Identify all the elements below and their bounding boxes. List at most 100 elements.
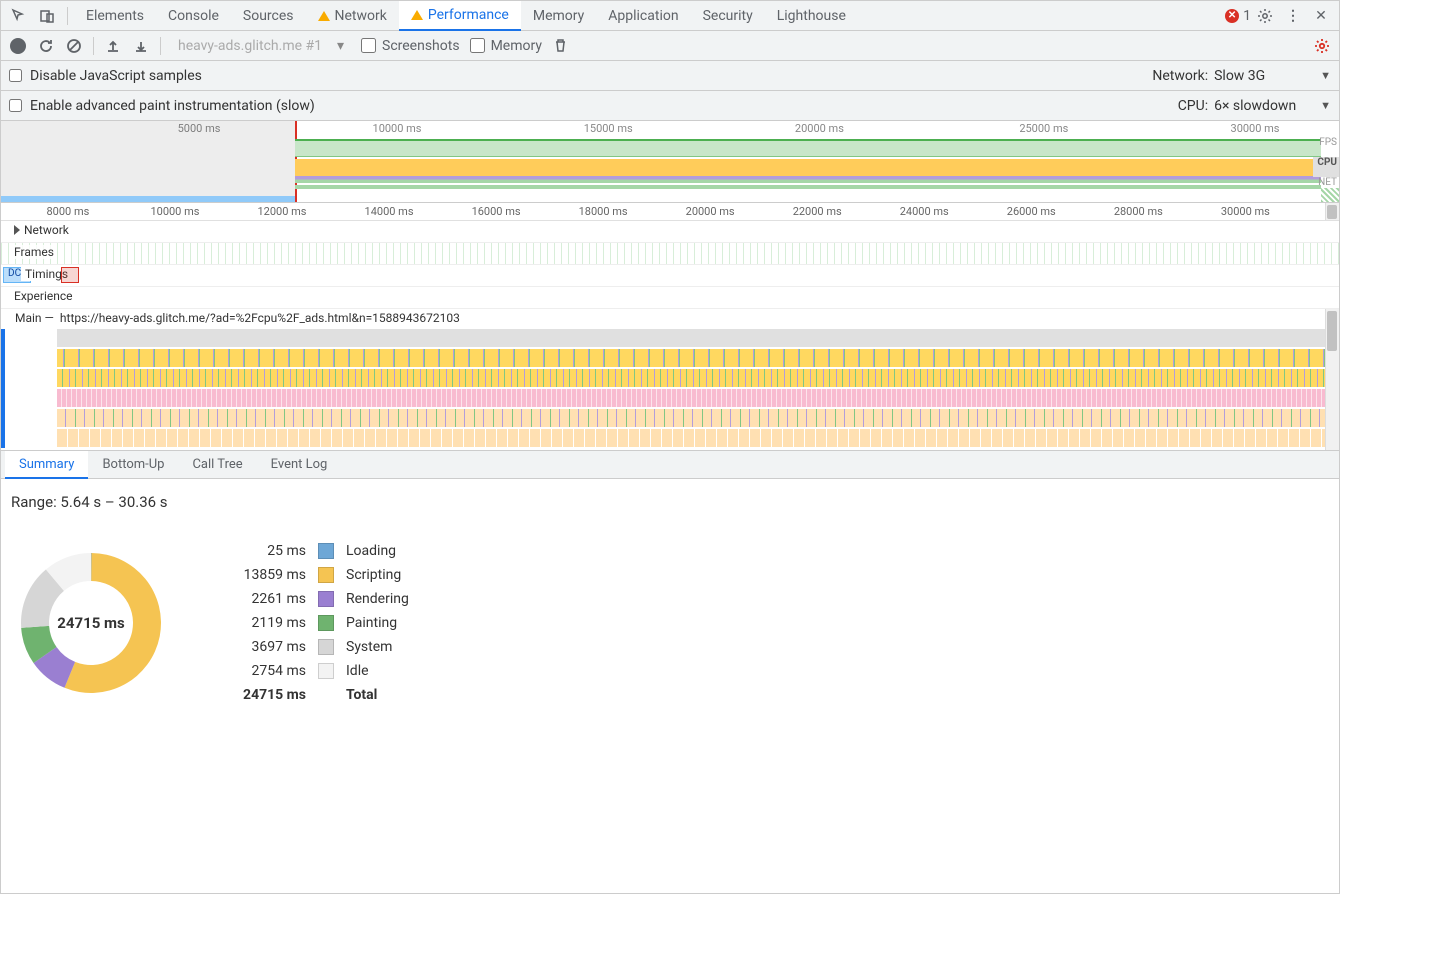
inspect-icon[interactable]: [5, 2, 33, 30]
more-menu-icon[interactable]: ⋮: [1279, 2, 1307, 30]
ruler-tick: 15000 ms: [584, 122, 633, 135]
tab-label: Memory: [533, 8, 584, 24]
main-track-edge: [1, 329, 5, 448]
memory-checkbox[interactable]: Memory: [470, 38, 542, 54]
recording-select[interactable]: heavy-ads.glitch.me #1: [171, 35, 351, 57]
disable-js-samples-checkbox[interactable]: Disable JavaScript samples: [9, 68, 202, 84]
frames-track-label: Frames: [14, 245, 54, 259]
capture-settings-row-1: Disable JavaScript samples Network: Slow…: [1, 61, 1339, 91]
device-toolbar-icon[interactable]: [33, 2, 61, 30]
vertical-scrollbar[interactable]: [1325, 309, 1339, 450]
screenshots-checkbox[interactable]: Screenshots: [361, 38, 460, 54]
memory-checkbox-input[interactable]: [470, 38, 485, 53]
fps-chart: [295, 139, 1321, 157]
cpu-throttle-select[interactable]: CPU: 6× slowdown ▼: [1178, 98, 1331, 114]
tab-bottom-up[interactable]: Bottom-Up: [88, 451, 178, 479]
ruler-tick: 10000 ms: [150, 205, 199, 218]
capture-settings-row-2: Enable advanced paint instrumentation (s…: [1, 91, 1339, 121]
save-profile-icon[interactable]: [132, 37, 150, 55]
main-thread-track[interactable]: Main — https://heavy-ads.glitch.me/?ad=%…: [1, 309, 1339, 451]
separator: [67, 7, 68, 25]
scrollbar-thumb[interactable]: [1327, 311, 1337, 351]
legend-label: Scripting: [346, 567, 409, 583]
advanced-paint-checkbox-input[interactable]: [9, 99, 22, 112]
screenshots-label: Screenshots: [382, 38, 460, 54]
network-throttle-select[interactable]: Network: Slow 3G ▼: [1152, 68, 1331, 84]
flamechart-ruler[interactable]: 8000 ms10000 ms12000 ms14000 ms16000 ms1…: [1, 203, 1339, 221]
reload-record-button[interactable]: [37, 37, 55, 55]
horizontal-scrollbar[interactable]: [1325, 203, 1339, 220]
legend-ms: 25 ms: [221, 543, 306, 559]
tab-security[interactable]: Security: [691, 1, 765, 31]
expand-icon[interactable]: [14, 225, 20, 235]
tab-application[interactable]: Application: [596, 1, 690, 31]
error-count-badge[interactable]: ✕ 1: [1225, 8, 1251, 24]
advanced-paint-checkbox[interactable]: Enable advanced paint instrumentation (s…: [9, 98, 315, 114]
legend-ms: 2754 ms: [221, 663, 306, 679]
flame-row[interactable]: [57, 409, 1325, 427]
experience-track-label: Experience: [14, 289, 73, 303]
timings-track[interactable]: DCL Timings: [1, 265, 1339, 287]
network-track[interactable]: Network: [1, 221, 1339, 243]
scrollbar-thumb[interactable]: [1327, 205, 1337, 219]
flame-row[interactable]: [57, 389, 1325, 407]
tab-network[interactable]: Network: [306, 1, 399, 31]
disable-js-checkbox-input[interactable]: [9, 69, 22, 82]
legend-ms: 13859 ms: [221, 567, 306, 583]
details-tab-strip: SummaryBottom-UpCall TreeEvent Log: [1, 451, 1339, 479]
overview-selection[interactable]: [1, 121, 295, 202]
frames-visualization: [1, 243, 1339, 264]
legend-label: System: [346, 639, 409, 655]
screenshots-checkbox-input[interactable]: [361, 38, 376, 53]
chevron-down-icon: ▼: [1320, 69, 1331, 82]
flame-row[interactable]: [57, 329, 1325, 347]
frames-track[interactable]: Frames: [1, 243, 1339, 265]
tab-label: Console: [168, 8, 219, 24]
warning-icon: [411, 10, 423, 20]
flamechart-tracks: Network Frames DCL Timings Experience Ma…: [1, 221, 1339, 451]
devtools-tab-strip: Elements Console SourcesNetworkPerformance…: [1, 1, 1339, 31]
legend-swatch: [318, 639, 334, 655]
legend-swatch: [318, 663, 334, 679]
cpu-label: CPU: [1313, 157, 1339, 177]
network-track-label: Network: [24, 223, 69, 237]
garbage-collect-icon[interactable]: [552, 37, 570, 55]
advanced-paint-label: Enable advanced paint instrumentation (s…: [30, 98, 315, 114]
ruler-tick: 24000 ms: [900, 205, 949, 218]
disable-js-label: Disable JavaScript samples: [30, 68, 202, 84]
load-profile-icon[interactable]: [104, 37, 122, 55]
legend-swatch: [318, 591, 334, 607]
timeline-overview[interactable]: 5000 ms10000 ms15000 ms20000 ms25000 ms3…: [1, 121, 1339, 203]
ruler-tick: 20000 ms: [686, 205, 735, 218]
flame-row[interactable]: [57, 429, 1325, 447]
flame-row[interactable]: [57, 369, 1325, 387]
error-icon: ✕: [1225, 9, 1239, 23]
close-devtools-icon[interactable]: ✕: [1307, 2, 1335, 30]
tab-event-log[interactable]: Event Log: [257, 451, 342, 479]
legend-ms: 3697 ms: [221, 639, 306, 655]
flame-chart[interactable]: [57, 329, 1325, 448]
tab-memory[interactable]: Memory: [521, 1, 596, 31]
tab-console[interactable]: Console: [156, 1, 231, 31]
tab-sources[interactable]: Sources: [231, 1, 306, 31]
clear-button[interactable]: [65, 37, 83, 55]
tab-lighthouse[interactable]: Lighthouse: [765, 1, 858, 31]
capture-settings-gear-icon[interactable]: [1313, 37, 1331, 55]
fps-label: FPS: [1313, 137, 1339, 157]
experience-track[interactable]: Experience: [1, 287, 1339, 309]
ruler-tick: 30000 ms: [1231, 122, 1280, 135]
settings-gear-icon[interactable]: [1251, 2, 1279, 30]
net-hatch-icon: [1321, 188, 1339, 202]
ruler-tick: 28000 ms: [1114, 205, 1163, 218]
tab-performance[interactable]: Performance: [399, 1, 521, 31]
timing-marker[interactable]: [61, 267, 79, 283]
flame-row[interactable]: [57, 349, 1325, 367]
legend-swatch: [318, 543, 334, 559]
performance-toolbar: heavy-ads.glitch.me #1 Screenshots Memor…: [1, 31, 1339, 61]
overview-memory-bar: [1, 196, 295, 202]
record-button[interactable]: [9, 37, 27, 55]
tab-call-tree[interactable]: Call Tree: [178, 451, 256, 479]
tab-elements[interactable]: Elements: [74, 1, 156, 31]
cpu-label: CPU:: [1178, 98, 1208, 114]
tab-summary[interactable]: Summary: [5, 451, 88, 479]
